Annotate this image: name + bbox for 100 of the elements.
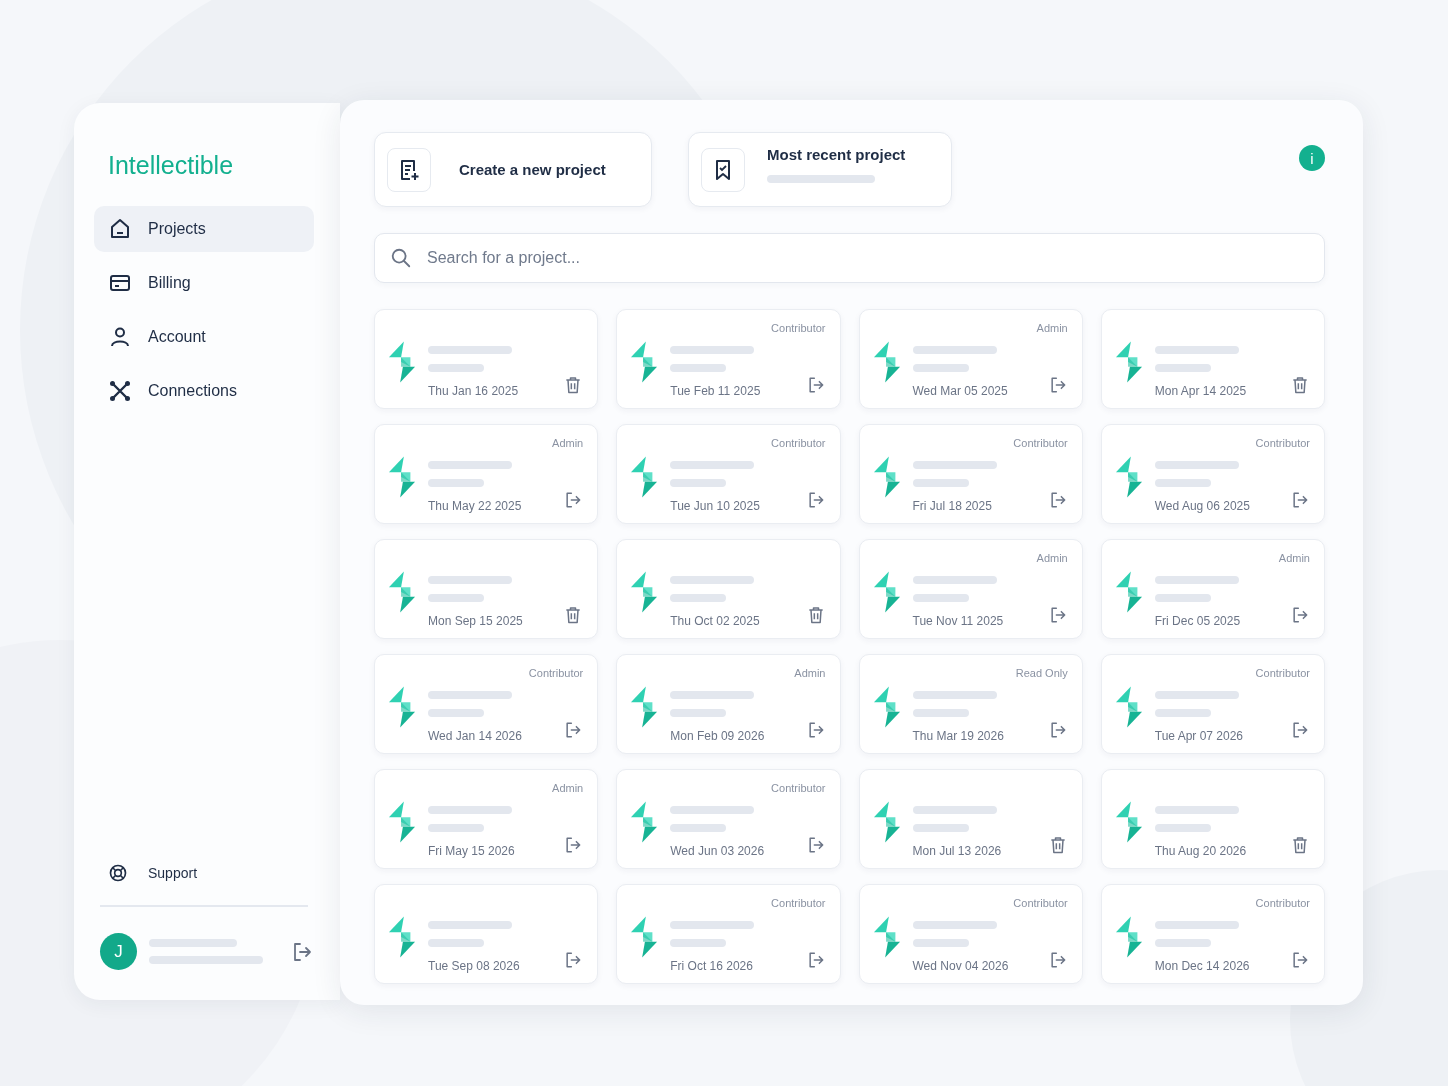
bolt-logo-icon bbox=[630, 456, 659, 498]
network-icon bbox=[108, 379, 132, 403]
text-placeholder bbox=[912, 939, 969, 947]
text-placeholder bbox=[670, 709, 727, 717]
project-card[interactable]: Thu Oct 02 2025 bbox=[616, 539, 841, 639]
search-field[interactable]: Search for a project... bbox=[374, 233, 1325, 283]
role-label: Admin bbox=[552, 437, 584, 449]
project-date: Tue Nov 11 2025 bbox=[912, 614, 1005, 628]
project-card[interactable]: Thu Mar 19 2026 Read Only bbox=[858, 654, 1083, 754]
text-placeholder bbox=[912, 594, 969, 602]
exit-icon[interactable] bbox=[1290, 720, 1310, 740]
project-card[interactable]: Fri May 15 2026 Admin bbox=[374, 769, 599, 869]
project-card[interactable]: Wed Mar 05 2025 Admin bbox=[858, 309, 1083, 409]
project-card[interactable]: Mon Sep 15 2025 bbox=[374, 539, 599, 639]
user-icon bbox=[108, 325, 132, 349]
bolt-logo-icon bbox=[388, 801, 416, 843]
project-card[interactable]: Fri Oct 16 2026 Contributor bbox=[616, 884, 841, 984]
bolt-logo-icon bbox=[872, 341, 901, 383]
role-label: Contributor bbox=[1255, 897, 1310, 909]
role-label: Admin bbox=[794, 667, 826, 679]
project-date: Thu Oct 02 2025 bbox=[670, 614, 761, 628]
text-placeholder bbox=[912, 479, 969, 487]
trash-icon[interactable] bbox=[1290, 835, 1310, 855]
text-placeholder bbox=[428, 594, 484, 602]
text-placeholder bbox=[1154, 364, 1211, 372]
nav-item[interactable]: Connections bbox=[94, 368, 314, 414]
create-project-label: Create a new project bbox=[459, 161, 606, 178]
project-date: Fri Jul 18 2025 bbox=[912, 499, 993, 513]
bolt-logo-icon bbox=[630, 916, 659, 958]
bolt-logo-icon bbox=[872, 571, 901, 613]
text-placeholder bbox=[670, 594, 727, 602]
exit-icon[interactable] bbox=[1290, 490, 1310, 510]
text-placeholder bbox=[428, 364, 484, 372]
bolt-logo-icon bbox=[388, 571, 416, 613]
project-date: Thu Mar 19 2026 bbox=[912, 729, 1005, 743]
nav-item[interactable]: Billing bbox=[94, 260, 314, 306]
project-card[interactable]: Fri Jul 18 2025 Contributor bbox=[858, 424, 1083, 524]
project-card[interactable]: Tue Apr 07 2026 Contributor bbox=[1100, 654, 1325, 754]
role-label: Contributor bbox=[1255, 667, 1310, 679]
text-placeholder bbox=[1154, 939, 1211, 947]
project-card[interactable]: Thu May 22 2025 Admin bbox=[374, 424, 599, 524]
bolt-logo-icon bbox=[1114, 916, 1143, 958]
nav-item[interactable]: Projects bbox=[94, 206, 314, 252]
project-card[interactable]: Tue Jun 10 2025 Contributor bbox=[616, 424, 841, 524]
bolt-logo-icon bbox=[872, 916, 901, 958]
project-card[interactable]: Tue Sep 08 2026 bbox=[374, 884, 599, 984]
project-date: Fri May 15 2026 bbox=[428, 844, 516, 858]
bolt-logo-icon bbox=[630, 801, 659, 843]
trash-icon[interactable] bbox=[1290, 375, 1310, 395]
project-card[interactable]: Wed Jun 03 2026 Contributor bbox=[616, 769, 841, 869]
project-date: Mon Jul 13 2026 bbox=[912, 844, 1003, 858]
home-icon bbox=[108, 217, 132, 241]
project-card[interactable]: Mon Feb 09 2026 Admin bbox=[616, 654, 841, 754]
bolt-logo-icon bbox=[388, 456, 416, 498]
bolt-logo-icon bbox=[872, 801, 901, 843]
info-button[interactable]: i bbox=[1299, 145, 1325, 171]
project-card[interactable]: Wed Nov 04 2026 Contributor bbox=[858, 884, 1083, 984]
bolt-logo-icon bbox=[872, 456, 901, 498]
project-date: Wed Mar 05 2025 bbox=[912, 384, 1009, 398]
role-label: Contributor bbox=[528, 667, 584, 679]
text-placeholder bbox=[428, 824, 484, 832]
text-placeholder bbox=[912, 709, 969, 717]
text-placeholder bbox=[670, 939, 727, 947]
project-card[interactable]: Tue Feb 11 2025 Contributor bbox=[616, 309, 841, 409]
bolt-logo-icon bbox=[630, 571, 659, 613]
project-card[interactable]: Wed Aug 06 2025 Contributor bbox=[1100, 424, 1325, 524]
role-label: Admin bbox=[1036, 322, 1068, 334]
project-card[interactable]: Thu Jan 16 2025 bbox=[374, 309, 599, 409]
project-date: Tue Apr 07 2026 bbox=[1154, 729, 1245, 743]
project-card[interactable]: Mon Dec 14 2026 Contributor bbox=[1100, 884, 1325, 984]
project-card[interactable]: Fri Dec 05 2025 Admin bbox=[1100, 539, 1325, 639]
user-avatar[interactable]: J bbox=[100, 933, 137, 970]
text-placeholder bbox=[670, 824, 727, 832]
role-label: Admin bbox=[1036, 552, 1068, 564]
project-date: Wed Nov 04 2026 bbox=[912, 959, 1010, 973]
project-date: Wed Jan 14 2026 bbox=[428, 729, 523, 743]
nav-item[interactable]: Account bbox=[94, 314, 314, 360]
role-label: Contributor bbox=[771, 782, 826, 794]
bolt-logo-icon bbox=[388, 341, 416, 383]
role-label: Admin bbox=[552, 782, 584, 794]
app-logo: Intellectible bbox=[107, 151, 235, 180]
project-card[interactable]: Wed Jan 14 2026 Contributor bbox=[374, 654, 599, 754]
text-placeholder bbox=[428, 939, 484, 947]
role-label: Admin bbox=[1278, 552, 1310, 564]
exit-icon[interactable] bbox=[1290, 605, 1310, 625]
exit-icon[interactable] bbox=[1290, 950, 1310, 970]
project-card[interactable]: Thu Aug 20 2026 bbox=[1100, 769, 1325, 869]
recent-project-card[interactable]: Most recent project bbox=[688, 132, 952, 207]
project-date: Wed Jun 03 2026 bbox=[670, 844, 766, 858]
project-card[interactable]: Mon Jul 13 2026 bbox=[858, 769, 1083, 869]
role-label: Contributor bbox=[1255, 437, 1310, 449]
role-label: Contributor bbox=[771, 437, 826, 449]
project-date: Thu Jan 16 2025 bbox=[428, 384, 520, 398]
project-card[interactable]: Mon Apr 14 2025 bbox=[1100, 309, 1325, 409]
role-label: Contributor bbox=[1013, 437, 1068, 449]
bolt-logo-icon bbox=[1114, 456, 1143, 498]
create-project-card[interactable]: Create a new project bbox=[374, 132, 652, 207]
text-placeholder bbox=[428, 479, 484, 487]
project-card[interactable]: Tue Nov 11 2025 Admin bbox=[858, 539, 1083, 639]
support-link[interactable]: Support bbox=[94, 853, 314, 893]
